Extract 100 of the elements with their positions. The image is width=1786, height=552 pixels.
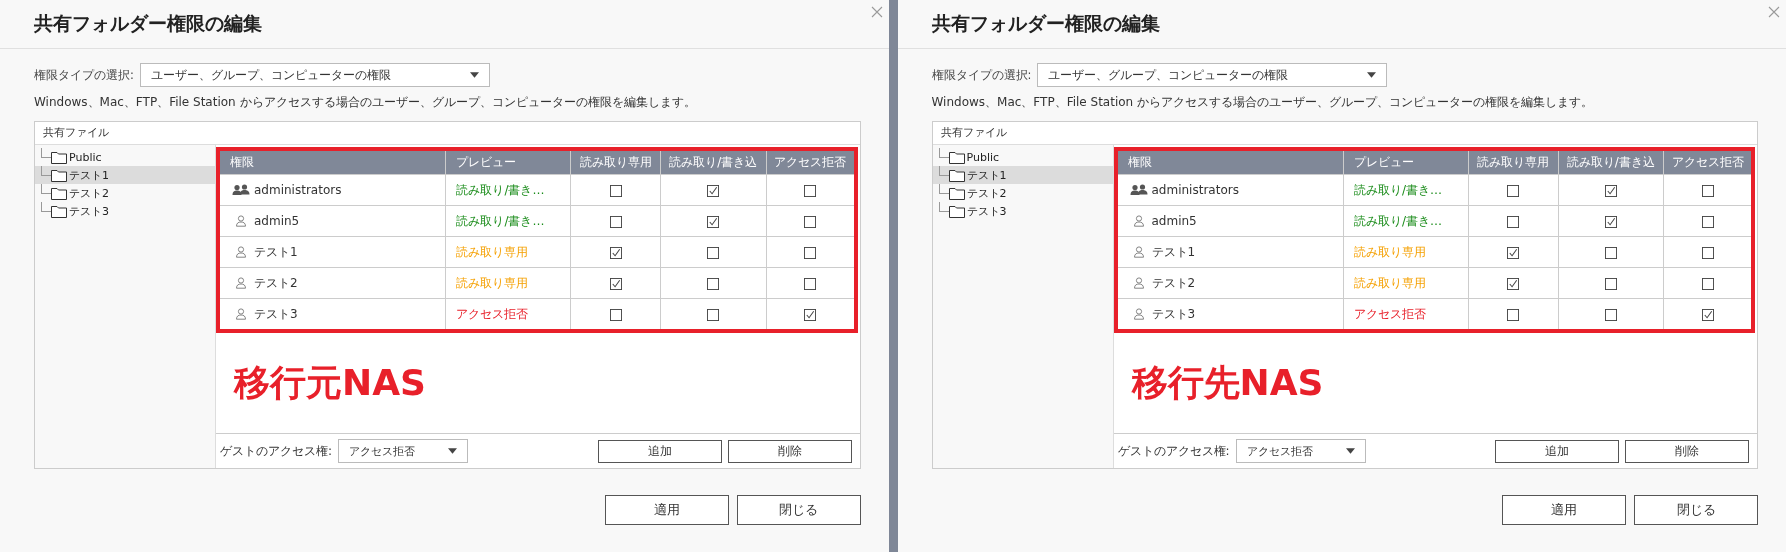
preview-text: 読み取り専用 xyxy=(456,244,529,259)
folder-icon xyxy=(51,204,67,218)
checkbox[interactable] xyxy=(1701,277,1714,290)
checkbox[interactable] xyxy=(1507,215,1520,228)
folder-icon xyxy=(51,168,67,182)
preview-text: 読み取り/書き… xyxy=(456,213,545,228)
column-header: 権限 xyxy=(1117,151,1344,175)
apply-button[interactable]: 適用 xyxy=(604,495,729,525)
group-icon xyxy=(1129,184,1148,196)
nas-label: 移行先NAS xyxy=(1131,360,1324,405)
folder-item[interactable]: テスト3 xyxy=(932,202,1113,220)
checkbox[interactable] xyxy=(609,184,622,197)
checkbox[interactable] xyxy=(1701,184,1714,197)
caret-icon xyxy=(448,448,458,454)
column-header: プレビュー xyxy=(1343,151,1469,175)
checkbox[interactable] xyxy=(804,308,817,321)
account-name: テスト3 xyxy=(1151,305,1196,323)
caret-icon xyxy=(1345,448,1355,454)
checkbox[interactable] xyxy=(1604,215,1617,228)
description-text: Windows、Mac、FTP、File Station からアクセスする場合のユーザー、グループ、コンピューターの権限を編集します。 xyxy=(931,94,1594,111)
guest-access-dropdown[interactable]: アクセス拒否 xyxy=(1235,439,1366,463)
checkbox[interactable] xyxy=(609,246,622,259)
account-name: administrators xyxy=(254,183,342,197)
caret-icon xyxy=(469,72,479,78)
checkbox[interactable] xyxy=(1701,308,1714,321)
preview-text: 読み取り/書き… xyxy=(456,182,545,197)
account-name: admin5 xyxy=(1151,214,1197,228)
checkbox[interactable] xyxy=(1507,277,1520,290)
guest-access-dropdown[interactable]: アクセス拒否 xyxy=(338,439,469,463)
column-header: プレビュー xyxy=(445,151,571,175)
checkbox[interactable] xyxy=(609,215,622,228)
checkbox[interactable] xyxy=(804,184,817,197)
account-name: administrators xyxy=(1151,183,1239,197)
checkbox[interactable] xyxy=(1701,246,1714,259)
checkbox[interactable] xyxy=(707,215,720,228)
folder-item[interactable]: テスト1 xyxy=(932,166,1113,184)
preview-text: アクセス拒否 xyxy=(1353,306,1426,321)
account-name: テスト2 xyxy=(1151,274,1196,292)
checkbox[interactable] xyxy=(804,277,817,290)
checkbox[interactable] xyxy=(1507,184,1520,197)
folder-icon xyxy=(948,204,965,218)
checkbox[interactable] xyxy=(804,215,817,228)
tree-header: 共有ファイル xyxy=(43,126,109,140)
folder-item[interactable]: テスト2 xyxy=(35,184,215,202)
folder-icon xyxy=(51,150,67,164)
preview-text: 読み取り専用 xyxy=(456,275,529,290)
folder-item[interactable]: テスト1 xyxy=(35,166,215,184)
account-name: テスト3 xyxy=(254,305,298,323)
close-button[interactable]: 閉じる xyxy=(1634,495,1758,525)
column-header: 読み取り専用 xyxy=(1468,151,1559,175)
permission-type-dropdown[interactable]: ユーザー、グループ、コンピューターの権限 xyxy=(139,63,490,87)
preview-text: 読み取り専用 xyxy=(1353,275,1426,290)
close-icon[interactable] xyxy=(870,6,883,18)
checkbox[interactable] xyxy=(1701,215,1714,228)
checkbox[interactable] xyxy=(609,308,622,321)
guest-access-label: ゲストのアクセス権: xyxy=(220,442,333,460)
nas-label: 移行元NAS xyxy=(234,360,426,405)
add-button[interactable]: 追加 xyxy=(1495,439,1619,463)
checkbox[interactable] xyxy=(1507,246,1520,259)
account-name: テスト1 xyxy=(1151,243,1196,261)
permission-type-label: 権限タイプの選択: xyxy=(34,67,134,83)
folder-item[interactable]: Public xyxy=(932,148,1113,166)
checkbox[interactable] xyxy=(1604,246,1617,259)
apply-button[interactable]: 適用 xyxy=(1502,495,1626,525)
delete-button[interactable]: 削除 xyxy=(727,439,852,463)
column-header: 読み取り専用 xyxy=(570,151,661,175)
folder-icon xyxy=(51,186,67,200)
description-text: Windows、Mac、FTP、File Station からアクセスする場合のユーザー、グループ、コンピューターの権限を編集します。 xyxy=(34,94,697,111)
account-name: テスト2 xyxy=(254,274,298,292)
column-header: 読み取り/書き込 xyxy=(660,151,767,175)
column-header: 読み取り/書き込 xyxy=(1558,151,1664,175)
folder-icon xyxy=(948,150,965,164)
column-header: 権限 xyxy=(220,151,446,175)
checkbox[interactable] xyxy=(1604,184,1617,197)
checkbox[interactable] xyxy=(707,184,720,197)
permission-type-label: 権限タイプの選択: xyxy=(931,67,1032,83)
preview-text: 読み取り/書き… xyxy=(1353,182,1442,197)
account-name: admin5 xyxy=(254,214,300,228)
preview-text: 読み取り/書き… xyxy=(1353,213,1442,228)
close-button[interactable]: 閉じる xyxy=(736,495,861,525)
folder-item[interactable]: テスト2 xyxy=(932,184,1113,202)
checkbox[interactable] xyxy=(707,246,720,259)
close-icon[interactable] xyxy=(1768,6,1780,18)
checkbox[interactable] xyxy=(1604,308,1617,321)
folder-item[interactable]: Public xyxy=(35,148,215,166)
tree-header: 共有ファイル xyxy=(940,126,1007,140)
checkbox[interactable] xyxy=(804,246,817,259)
permission-type-dropdown[interactable]: ユーザー、グループ、コンピューターの権限 xyxy=(1037,63,1388,87)
folder-item[interactable]: テスト3 xyxy=(35,202,215,220)
account-name: テスト1 xyxy=(254,243,298,261)
checkbox[interactable] xyxy=(1604,277,1617,290)
dialog-title: 共有フォルダー権限の編集 xyxy=(931,11,1160,36)
checkbox[interactable] xyxy=(1507,308,1520,321)
checkbox[interactable] xyxy=(609,277,622,290)
guest-access-label: ゲストのアクセス権: xyxy=(1117,442,1230,460)
delete-button[interactable]: 削除 xyxy=(1625,439,1749,463)
add-button[interactable]: 追加 xyxy=(597,439,722,463)
checkbox[interactable] xyxy=(707,277,720,290)
caret-icon xyxy=(1367,72,1377,78)
checkbox[interactable] xyxy=(707,308,720,321)
